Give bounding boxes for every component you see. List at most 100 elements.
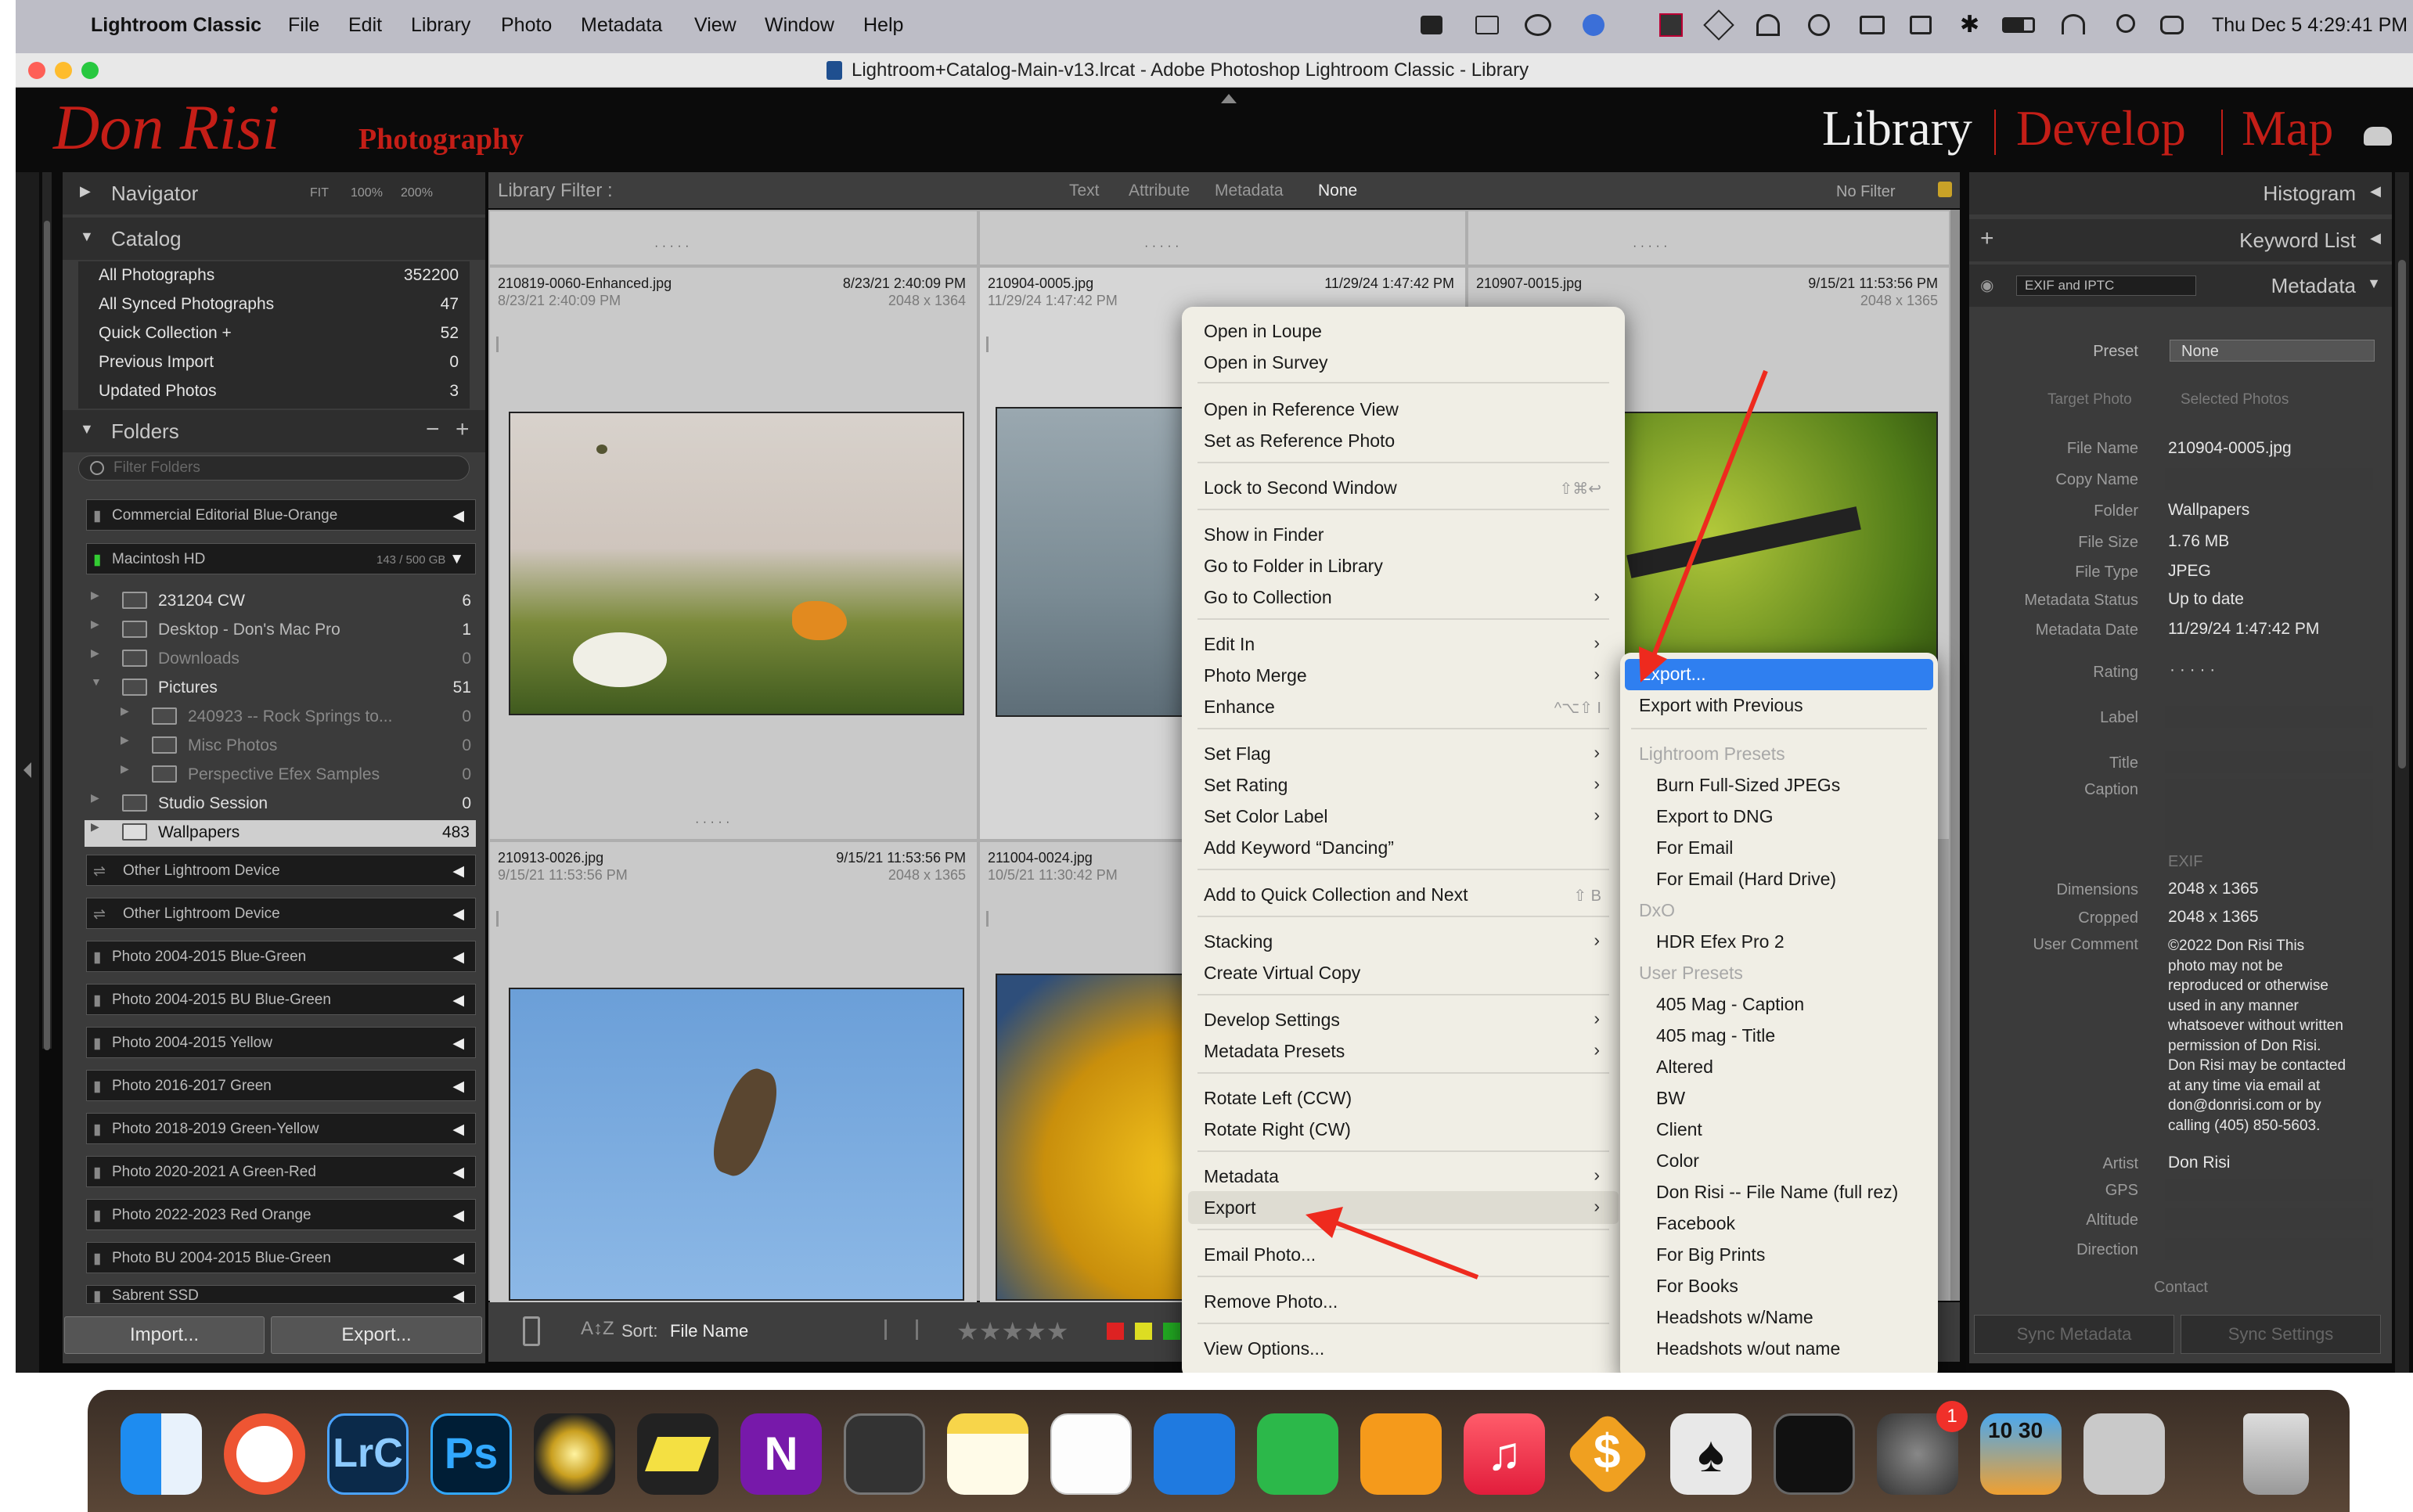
menu-view[interactable]: View	[694, 14, 737, 37]
textedit-icon[interactable]	[1050, 1413, 1132, 1495]
export-button[interactable]: Export...	[271, 1316, 482, 1354]
rating-value[interactable]: · · · · ·	[2170, 661, 2215, 679]
menu-add-keyword[interactable]: Add Keyword “Dancing”	[1204, 837, 1394, 859]
sync-metadata-button[interactable]: Sync Metadata	[1974, 1315, 2174, 1354]
catalog-item[interactable]: Quick Collection + 52	[78, 324, 470, 349]
preset-select[interactable]: None	[2170, 340, 2375, 362]
finder-icon[interactable]	[121, 1413, 202, 1495]
app-menu[interactable]: Lightroom Classic	[91, 14, 261, 37]
submenu-preset[interactable]: Client	[1656, 1119, 1702, 1140]
filter-preset[interactable]: No Filter	[1836, 183, 1896, 201]
painter-icon[interactable]	[523, 1316, 540, 1346]
solitaire-icon[interactable]: ♠	[1670, 1413, 1752, 1495]
filter-tab-metadata[interactable]: Metadata	[1215, 182, 1284, 200]
grid-cell[interactable]: · · · · ·	[490, 211, 977, 265]
menu-open-in-loupe[interactable]: Open in Loupe	[1204, 321, 1322, 342]
keyword-list-header[interactable]: + Keyword List ◀	[1969, 219, 2392, 261]
menu-metadata[interactable]: Metadata	[1204, 1166, 1279, 1187]
menu-remove-photo[interactable]: Remove Photo...	[1204, 1291, 1338, 1312]
navigator-header[interactable]: ▶ Navigator FIT 100% 200%	[63, 172, 485, 214]
photo-thumbnail-butterfly[interactable]	[509, 412, 964, 715]
luminar-icon[interactable]	[534, 1413, 615, 1495]
import-button[interactable]: Import...	[64, 1316, 265, 1354]
catalog-item[interactable]: Updated Photos 3	[78, 382, 470, 407]
sort-select[interactable]: File Name	[670, 1321, 748, 1341]
pick-flag-icon[interactable]	[884, 1319, 900, 1340]
eye-icon[interactable]: ◉	[1980, 275, 1993, 295]
music-icon[interactable]: ♫	[1464, 1413, 1545, 1495]
catalog-item[interactable]: Previous Import 0	[78, 353, 470, 378]
folder-row[interactable]: ▶ Desktop - Don's Mac Pro 1	[91, 617, 471, 644]
sort-direction-icon[interactable]: A↕Z	[581, 1318, 614, 1340]
catalog-item[interactable]: All Photographs 352200	[78, 266, 470, 291]
menu-help[interactable]: Help	[863, 14, 903, 37]
menu-stacking[interactable]: Stacking	[1204, 931, 1273, 952]
lock-icon[interactable]	[1938, 182, 1952, 197]
filter-tab-attribute[interactable]: Attribute	[1129, 182, 1190, 200]
flag-icon[interactable]	[496, 911, 509, 927]
calculator-icon[interactable]	[844, 1413, 925, 1495]
status-m-icon[interactable]	[1421, 16, 1442, 34]
zoom-200[interactable]: 200%	[401, 186, 433, 200]
submenu-preset[interactable]: Export to DNG	[1656, 806, 1774, 827]
submenu-preset[interactable]: For Books	[1656, 1276, 1738, 1297]
numbers-icon[interactable]	[1257, 1413, 1338, 1495]
menu-photo-merge[interactable]: Photo Merge	[1204, 665, 1307, 686]
menu-email-photo[interactable]: Email Photo...	[1204, 1244, 1316, 1265]
menu-enhance[interactable]: Enhance	[1204, 697, 1275, 718]
direction-field[interactable]	[2165, 1238, 2373, 1260]
metadata-set-select[interactable]: EXIF and IPTC	[2016, 275, 2196, 296]
keynote-icon[interactable]	[1154, 1413, 1235, 1495]
volume-commercial[interactable]: ▮ Commercial Editorial Blue-Orange ◀	[86, 499, 476, 531]
volume-row[interactable]: ▮ Photo BU 2004-2015 Blue-Green ◀	[86, 1242, 476, 1273]
submenu-preset[interactable]: Color	[1656, 1150, 1699, 1172]
folder-row[interactable]: ▶ Perspective Efex Samples 0	[91, 762, 471, 789]
folders-header[interactable]: ▼ Folders − +	[63, 410, 485, 452]
catalog-item[interactable]: All Synced Photographs 47	[78, 295, 470, 320]
left-collapse-arrow[interactable]	[23, 762, 31, 778]
folder-value[interactable]: Wallpapers	[2168, 501, 2249, 520]
creative-cloud-icon[interactable]	[1525, 14, 1551, 36]
file-name-value[interactable]: 210904-0005.jpg	[2168, 439, 2292, 458]
airdrop-icon[interactable]	[1756, 14, 1780, 36]
menu-rotate-right[interactable]: Rotate Right (CW)	[1204, 1119, 1351, 1140]
volume-row[interactable]: ⇌ Other Lightroom Device ◀	[86, 855, 476, 886]
menu-rotate-left[interactable]: Rotate Left (CCW)	[1204, 1088, 1352, 1109]
menu-go-to-folder[interactable]: Go to Folder in Library	[1204, 556, 1383, 577]
menu-window[interactable]: Window	[765, 14, 834, 37]
caption-field[interactable]	[2165, 779, 2373, 850]
lightroom-classic-icon[interactable]: LrC	[327, 1413, 409, 1495]
menu-lock-second-window[interactable]: Lock to Second Window	[1204, 477, 1397, 499]
zoom-100[interactable]: 100%	[351, 186, 383, 200]
target-photo-tab[interactable]: Target Photo	[2047, 391, 2132, 409]
trash-icon[interactable]	[2243, 1413, 2309, 1495]
activity-monitor-icon[interactable]	[1774, 1413, 1855, 1495]
grid-cell[interactable]: · · · · ·	[1468, 211, 1949, 265]
submenu-preset[interactable]: HDR Efex Pro 2	[1656, 931, 1785, 952]
menu-set-color-label[interactable]: Set Color Label	[1204, 806, 1328, 827]
title-field[interactable]	[2165, 751, 2373, 773]
submenu-export-with-previous[interactable]: Export with Previous	[1639, 695, 1803, 716]
bluetooth-icon[interactable]: ✱	[1960, 11, 1979, 38]
notes-icon[interactable]	[947, 1413, 1028, 1495]
copy-name-field[interactable]	[2165, 468, 2373, 490]
minimize-window-button[interactable]	[55, 62, 72, 79]
submenu-preset[interactable]: Facebook	[1656, 1213, 1735, 1234]
battery-icon[interactable]	[2002, 17, 2035, 33]
status-window-icon[interactable]	[1475, 16, 1499, 34]
menu-file[interactable]: File	[288, 14, 319, 37]
submenu-export[interactable]: Export...	[1639, 664, 1706, 685]
onenote-icon[interactable]: N	[740, 1413, 822, 1495]
volume-row[interactable]: ▮ Photo 2020-2021 A Green-Red ◀	[86, 1156, 476, 1187]
volume-row[interactable]: ▮ Photo 2004-2015 Yellow ◀	[86, 1027, 476, 1058]
spotlight-icon[interactable]	[2116, 14, 2135, 33]
filter-tab-text[interactable]: Text	[1069, 182, 1100, 200]
menu-edit-in[interactable]: Edit In	[1204, 634, 1255, 655]
menu-add-quick-collection[interactable]: Add to Quick Collection and Next	[1204, 884, 1468, 905]
pages-icon[interactable]	[1360, 1413, 1442, 1495]
volume-macintosh-hd[interactable]: ▮ Macintosh HD 143 / 500 GB ▼	[86, 543, 476, 574]
submenu-preset[interactable]: BW	[1656, 1088, 1685, 1109]
zoom-fit[interactable]: FIT	[310, 186, 329, 200]
catalog-header[interactable]: ▼ Catalog	[63, 218, 485, 260]
menu-develop-settings[interactable]: Develop Settings	[1204, 1010, 1340, 1031]
